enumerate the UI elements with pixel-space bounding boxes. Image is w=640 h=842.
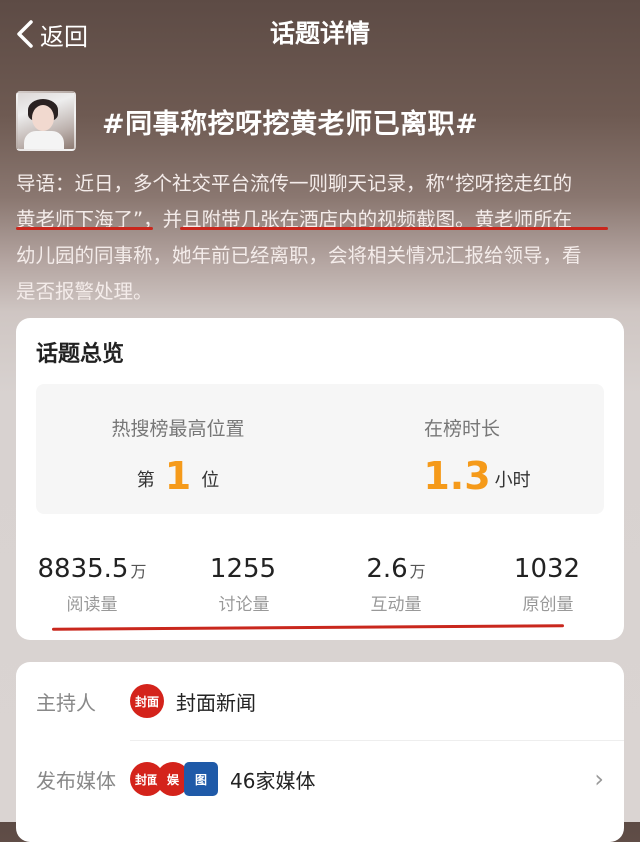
duration-label: 在榜时长 [423,418,500,440]
media-row[interactable]: 发布媒体 封面 娱 图 46家媒体 › [16,740,624,818]
hot-rank-prefix: 第 [136,470,155,491]
topic-header: #同事称挖呀挖黄老师已离职# [16,90,624,152]
host-name[interactable]: 封面新闻 [176,687,256,716]
stat-value: 2.6 [366,554,408,584]
media-name[interactable]: 46家媒体 [230,765,315,794]
hot-rank-label: 热搜榜最高位置 [111,418,245,440]
stat-unit: 万 [409,562,426,581]
intro-line: 幼儿园的同事称，她年前已经离职，会将相关情况汇报给领导，看 [16,244,582,267]
intro-line: 导语：近日，多个社交平台流传一则聊天记录，称“挖呀挖走红的 [16,172,573,195]
chevron-right-icon[interactable]: › [594,765,604,793]
stat-read: 8835.5 万 阅读量 [16,554,168,615]
topic-overview-card: 话题总览 热搜榜最高位置 第 1 位 在榜时长 1.3 小时 8835.5 万 阅… [16,318,624,640]
hot-rank-value: 1 [164,454,192,498]
overview-title: 话题总览 [36,342,125,367]
stat-discussion: 1255 讨论量 [168,554,320,615]
duration-unit: 小时 [494,470,531,491]
page-title: 话题详情 [269,19,370,48]
host-logo: 封面 [130,684,164,718]
topic-thumbnail[interactable] [16,91,76,151]
hot-rank-suffix: 位 [201,470,220,491]
navigation-bar: 返回 话题详情 [0,0,640,70]
ranking-panel: 热搜榜最高位置 第 1 位 在榜时长 1.3 小时 [36,384,604,514]
media-logo: 图 [184,762,218,796]
stat-value: 1255 [209,554,277,584]
stat-unit: 万 [130,562,147,581]
host-row[interactable]: 主持人 封面 封面新闻 [16,662,624,741]
topic-title: #同事称挖呀挖黄老师已离职# [102,108,479,140]
stat-original: 1032 原创量 [472,554,624,615]
duration-value: 1.3 [423,454,491,498]
stats-row: 8835.5 万 阅读量 1255 讨论量 2.6 万 互动量 1032 原创量 [16,554,624,624]
host-key: 主持人 [36,690,96,715]
topic-info-card: 主持人 封面 封面新闻 发布媒体 封面 娱 图 46家媒体 › [16,662,624,842]
stat-label: 互动量 [370,595,422,615]
duration-block: 在榜时长 1.3 小时 [320,384,604,514]
intro-line: 是否报警处理。 [16,280,153,303]
hot-rank-block: 热搜榜最高位置 第 1 位 [36,384,320,514]
media-key: 发布媒体 [36,768,116,793]
highlight-underline [16,227,153,230]
stat-label: 讨论量 [218,595,270,615]
highlight-underline [180,227,608,230]
stat-label: 阅读量 [66,595,118,615]
intro-line: 黄老师下海了”，并且附带几张在酒店内的视频截图。黄老师所在 [16,208,573,231]
topic-intro: 导语：近日，多个社交平台流传一则聊天记录，称“挖呀挖走红的 黄老师下海了”，并且… [16,166,626,310]
stat-value: 8835.5 [37,554,129,584]
stat-interaction: 2.6 万 互动量 [320,554,472,615]
stat-value: 1032 [513,554,581,584]
stat-label: 原创量 [522,595,574,615]
